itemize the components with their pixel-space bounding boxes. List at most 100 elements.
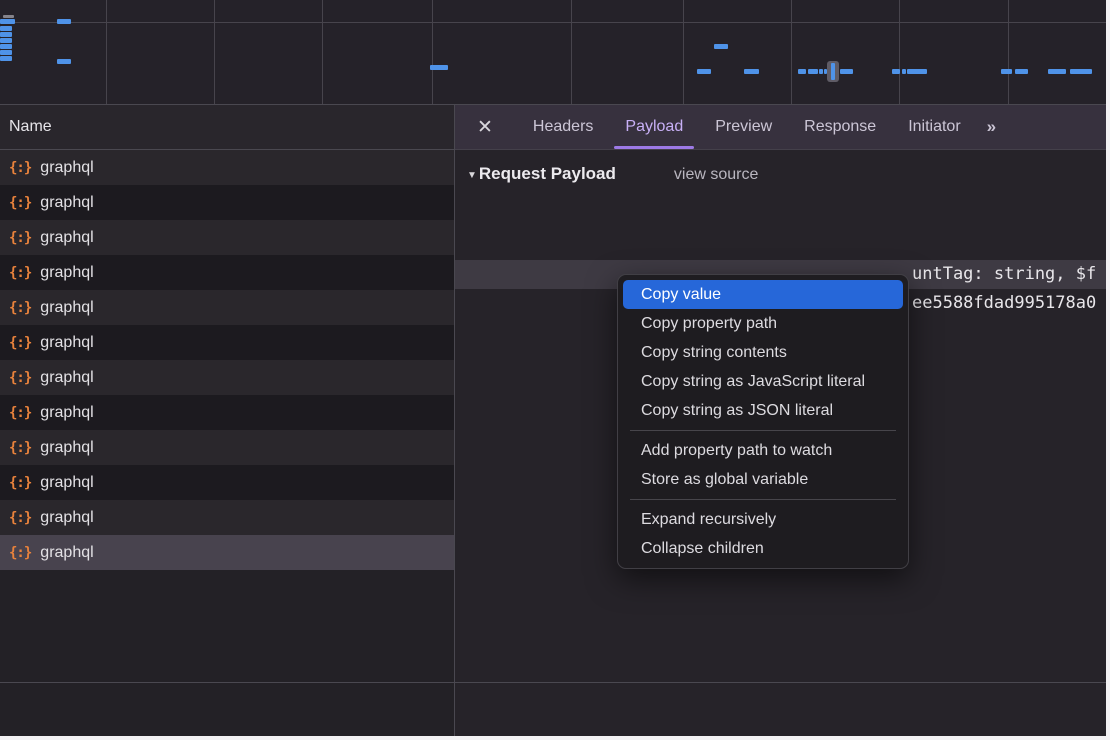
tab-label: Response (804, 118, 876, 136)
request-row[interactable]: {:}graphql (0, 465, 454, 500)
overview-request-bar (892, 69, 900, 74)
json-braces-icon: {:} (9, 265, 31, 281)
section-expander-icon[interactable]: ▼ (467, 170, 477, 181)
json-braces-icon: {:} (9, 545, 31, 561)
context-menu-item[interactable]: Collapse children (623, 534, 903, 563)
request-payload-section: ▼ Request Payload view source (455, 164, 1106, 184)
json-root-row[interactable]: ▼{operationName: "ipFlowTimeseries", var… (455, 202, 1106, 231)
close-icon: ✕ (477, 116, 493, 139)
overview-request-bar (0, 32, 12, 37)
devtools-screenshot: Name {:}graphql{:}graphql{:}graphql{:}gr… (0, 0, 1110, 740)
request-row[interactable]: {:} graphql (0, 360, 454, 395)
overview-request-bar (430, 65, 448, 70)
context-menu-item[interactable]: Copy string as JSON literal (623, 396, 903, 425)
request-name-label: graphql (40, 509, 93, 527)
overview-selected-marker-line (831, 63, 835, 80)
request-name-label: graphql (40, 404, 93, 422)
request-table: Name {:}graphql{:}graphql{:}graphql{:}gr… (0, 105, 455, 736)
overview-request-bar (0, 56, 12, 61)
overview-request-bar (808, 69, 818, 74)
more-tabs-button[interactable]: » (987, 105, 994, 149)
page-edge-right (1106, 0, 1110, 740)
request-name-label: graphql (40, 369, 93, 387)
devtools-window: Name {:}graphql{:}graphql{:}graphql{:}gr… (0, 0, 1106, 736)
network-overview-timeline[interactable] (0, 0, 1106, 105)
request-name-label: graphql (40, 159, 93, 177)
overview-request-bar (907, 69, 927, 74)
json-braces-icon: {:} (9, 510, 31, 526)
request-name-label: graphql (40, 299, 93, 317)
json-query-text-right: untTag: string, $f (912, 260, 1096, 289)
request-row[interactable]: {:}graphql (0, 535, 454, 570)
overview-gridline (1008, 0, 1009, 104)
overview-horizontal-divider (0, 22, 1106, 23)
request-row[interactable]: {:} graphql (0, 500, 454, 535)
overview-request-bar (57, 59, 71, 64)
json-braces-icon: {:} (9, 300, 31, 316)
context-menu: Copy valueCopy property pathCopy string … (617, 274, 909, 569)
context-menu-item[interactable]: Store as global variable (623, 465, 903, 494)
tab-label: Preview (715, 118, 772, 136)
overview-request-bar (57, 19, 71, 24)
overview-request-bar (1001, 69, 1012, 74)
request-name-label: graphql (40, 229, 93, 247)
overview-request-bar (1015, 69, 1028, 74)
close-details-button[interactable]: ✕ (477, 105, 493, 149)
overview-request-bar-gray (3, 15, 14, 18)
summary-bar-divider (0, 682, 1106, 683)
page-edge-bottom (0, 736, 1110, 740)
overview-selected-marker (827, 61, 839, 82)
overview-gridline (432, 0, 433, 104)
request-name-label: graphql (40, 439, 93, 457)
request-row[interactable]: {:}graphql (0, 430, 454, 465)
overview-request-bar (1070, 69, 1092, 74)
json-operationname-row[interactable]: operationName: "ipFlowTimeseries" (455, 231, 1106, 260)
json-braces-icon: {:} (9, 405, 31, 421)
overview-gridline (791, 0, 792, 104)
request-row[interactable]: {:} graphql (0, 395, 454, 430)
tab-initiator[interactable]: Initiator (892, 105, 976, 149)
context-menu-item[interactable]: Expand recursively (623, 505, 903, 534)
overview-request-bar (1048, 69, 1066, 74)
overview-gridline (899, 0, 900, 104)
request-row[interactable]: {:}graphql (0, 255, 454, 290)
view-source-link[interactable]: view source (674, 166, 758, 184)
overview-gridline (106, 0, 107, 104)
context-menu-item[interactable]: Copy string as JavaScript literal (623, 367, 903, 396)
tab-strip: Headers Payload Preview Response Initiator (517, 105, 977, 149)
json-braces-icon: {:} (9, 370, 31, 386)
json-braces-icon: {:} (9, 160, 31, 176)
json-braces-icon: {:} (9, 195, 31, 211)
menu-separator (630, 430, 896, 431)
overview-request-bar (0, 38, 12, 43)
overview-request-bar (744, 69, 759, 74)
request-row[interactable]: {:} graphql (0, 185, 454, 220)
json-braces-icon: {:} (9, 230, 31, 246)
request-row[interactable]: {:} graphql (0, 325, 454, 360)
json-braces-icon: {:} (9, 475, 31, 491)
overview-request-bar (697, 69, 711, 74)
tab-preview[interactable]: Preview (699, 105, 788, 149)
request-list: {:} graphql {:} graphql {:} graphql {:} graphql… (0, 150, 454, 570)
overview-gridline (322, 0, 323, 104)
column-header-name[interactable]: Name (0, 105, 454, 150)
request-name-label: graphql (40, 194, 93, 212)
context-menu-item[interactable]: Copy value (623, 280, 903, 309)
json-braces-icon: {:} (9, 335, 31, 351)
tab-label: Initiator (908, 118, 960, 136)
tab-label: Payload (625, 118, 683, 136)
chevron-double-right-icon: » (987, 117, 994, 137)
overview-request-bar (798, 69, 806, 74)
tab-response[interactable]: Response (788, 105, 892, 149)
request-row[interactable]: {:} graphql (0, 290, 454, 325)
context-menu-item[interactable]: Add property path to watch (623, 436, 903, 465)
tab-payload[interactable]: Payload (609, 105, 699, 149)
active-tab-underline (614, 146, 694, 149)
request-row[interactable]: {:} graphql (0, 150, 454, 185)
menu-separator (630, 499, 896, 500)
request-row[interactable]: {:} graphql (0, 220, 454, 255)
request-name-label: graphql (40, 334, 93, 352)
tab-headers[interactable]: Headers (517, 105, 609, 149)
context-menu-item[interactable]: Copy property path (623, 309, 903, 338)
context-menu-item[interactable]: Copy string contents (623, 338, 903, 367)
